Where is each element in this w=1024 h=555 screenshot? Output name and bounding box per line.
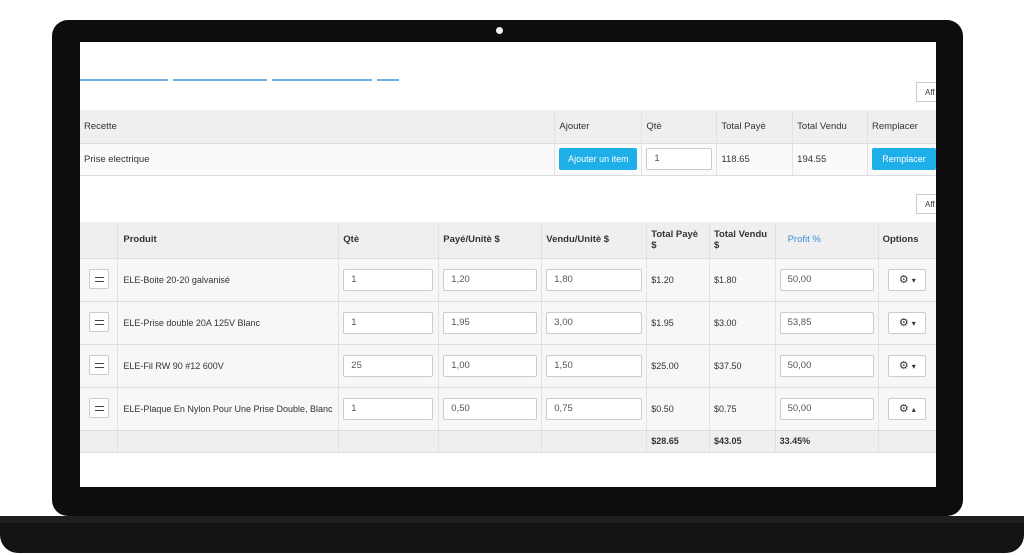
add-item-button[interactable]: Ajouter un item [559, 148, 638, 170]
product-name: ELE-Plaque En Nylon Pour Une Prise Doubl… [117, 387, 340, 431]
caret-icon: ▾ [911, 275, 916, 285]
tab-4[interactable] [377, 79, 399, 81]
display-button-top[interactable]: Aff [916, 82, 936, 102]
total-sold-cell: $3.00 [709, 301, 776, 345]
options-dropdown-button[interactable]: ⚙ ▾ [888, 268, 927, 291]
header-profit[interactable]: Profit % [775, 222, 879, 259]
header-ajouter: Ajouter [554, 110, 643, 144]
products-table: Produit Qtè Payé/Unitè $ Vendu/Unitè $ T… [80, 222, 936, 453]
sold-unit-input[interactable]: 1,50 [546, 354, 643, 377]
recipe-table: Recette Ajouter Qtè Total Payè Total Ven… [80, 110, 936, 176]
paid-unit-input[interactable]: 1,00 [443, 354, 538, 377]
grand-total-paid: $28.65 [646, 430, 710, 453]
header-produit: Produit [117, 222, 340, 259]
laptop-base [0, 523, 1024, 553]
drag-handle-icon[interactable] [88, 397, 109, 418]
total-paid-cell: $1.95 [646, 301, 710, 345]
header-drag [80, 222, 119, 259]
sold-unit-input[interactable]: 3,00 [546, 311, 643, 334]
recipe-row: Prise electrique Ajouter un item 1 118.6… [80, 143, 936, 176]
tab-3[interactable] [272, 79, 372, 81]
header-recette: Recette [80, 110, 556, 144]
gear-icon: ⚙ [898, 273, 909, 286]
tab-2[interactable] [173, 79, 267, 81]
header-total-paid: Total Payè [716, 110, 794, 144]
paid-unit-input[interactable]: 1,20 [443, 268, 538, 291]
caret-icon: ▾ [911, 318, 916, 328]
header-qty: Qtè [641, 110, 718, 144]
tab-1[interactable] [80, 79, 168, 81]
caret-icon: ▾ [911, 361, 916, 371]
table-row: ELE-Fil RW 90 #12 600V 25 1,00 1,50 $25.… [80, 344, 936, 388]
recipe-total-paid: 118.65 [716, 143, 794, 176]
drag-handle-icon[interactable] [88, 268, 109, 289]
drag-handle-icon[interactable] [88, 311, 109, 332]
grand-profit: 33.45% [775, 430, 879, 453]
table-row: ELE-Prise double 20A 125V Blanc 1 1,95 3… [80, 301, 936, 345]
header-total-sold: Total Vendu [792, 110, 868, 144]
totals-row: $28.65 $43.05 33.45% [80, 430, 936, 453]
profit-input[interactable]: 50,00 [779, 268, 874, 291]
options-dropdown-button[interactable]: ⚙ ▾ [888, 354, 927, 377]
profit-input[interactable]: 53,85 [779, 311, 874, 334]
qty-input[interactable]: 1 [343, 311, 434, 334]
product-name: ELE-Fil RW 90 #12 600V [117, 344, 340, 388]
recipe-qty-input[interactable]: 1 [646, 148, 713, 170]
table-row: ELE-Boite 20-20 galvanisé 1 1,20 1,80 $1… [80, 258, 936, 302]
total-paid-cell: $25.00 [646, 344, 710, 388]
webcam-icon [496, 27, 503, 34]
sold-unit-input[interactable]: 1,80 [546, 268, 643, 291]
options-dropdown-button[interactable]: ⚙ ▾ [888, 311, 927, 334]
display-button-bottom[interactable]: Aff [916, 194, 936, 214]
header-remplacer: Remplacer [867, 110, 936, 144]
gear-icon: ⚙ [898, 402, 909, 415]
recipe-total-sold: 194.55 [792, 143, 868, 176]
product-name: ELE-Boite 20-20 galvanisé [117, 258, 340, 302]
header-total-paid: Total Payè $ [646, 222, 710, 259]
qty-input[interactable]: 1 [343, 397, 434, 420]
qty-input[interactable]: 1 [343, 268, 434, 291]
total-sold-cell: $37.50 [709, 344, 776, 388]
replace-button[interactable]: Remplacer [871, 148, 936, 170]
options-dropdown-button[interactable]: ⚙ ▴ [888, 397, 927, 420]
paid-unit-input[interactable]: 0,50 [443, 397, 538, 420]
paid-unit-input[interactable]: 1,95 [443, 311, 538, 334]
drag-handle-icon[interactable] [88, 354, 109, 375]
qty-input[interactable]: 25 [343, 354, 434, 377]
gear-icon: ⚙ [898, 316, 909, 329]
profit-input[interactable]: 50,00 [779, 397, 874, 420]
product-name: ELE-Prise double 20A 125V Blanc [117, 301, 340, 345]
grand-total-sold: $43.05 [709, 430, 776, 453]
recipe-name: Prise electrique [80, 143, 556, 176]
total-paid-cell: $0.50 [646, 387, 710, 431]
gear-icon: ⚙ [898, 359, 909, 372]
sold-unit-input[interactable]: 0,75 [546, 397, 643, 420]
caret-icon: ▴ [911, 404, 916, 414]
header-sold-unit: Vendu/Unitè $ [541, 222, 648, 259]
header-total-sold: Total Vendu $ [709, 222, 776, 259]
profit-input[interactable]: 50,00 [779, 354, 874, 377]
total-sold-cell: $1.80 [709, 258, 776, 302]
table-row: ELE-Plaque En Nylon Pour Une Prise Doubl… [80, 387, 936, 431]
total-paid-cell: $1.20 [646, 258, 710, 302]
app-screen: Aff Recette Ajouter Qtè Total Payè Total… [80, 42, 936, 487]
header-paid-unit: Payé/Unitè $ [438, 222, 543, 259]
header-qte: Qtè [338, 222, 440, 259]
header-options: Options [878, 222, 936, 259]
total-sold-cell: $0.75 [709, 387, 776, 431]
